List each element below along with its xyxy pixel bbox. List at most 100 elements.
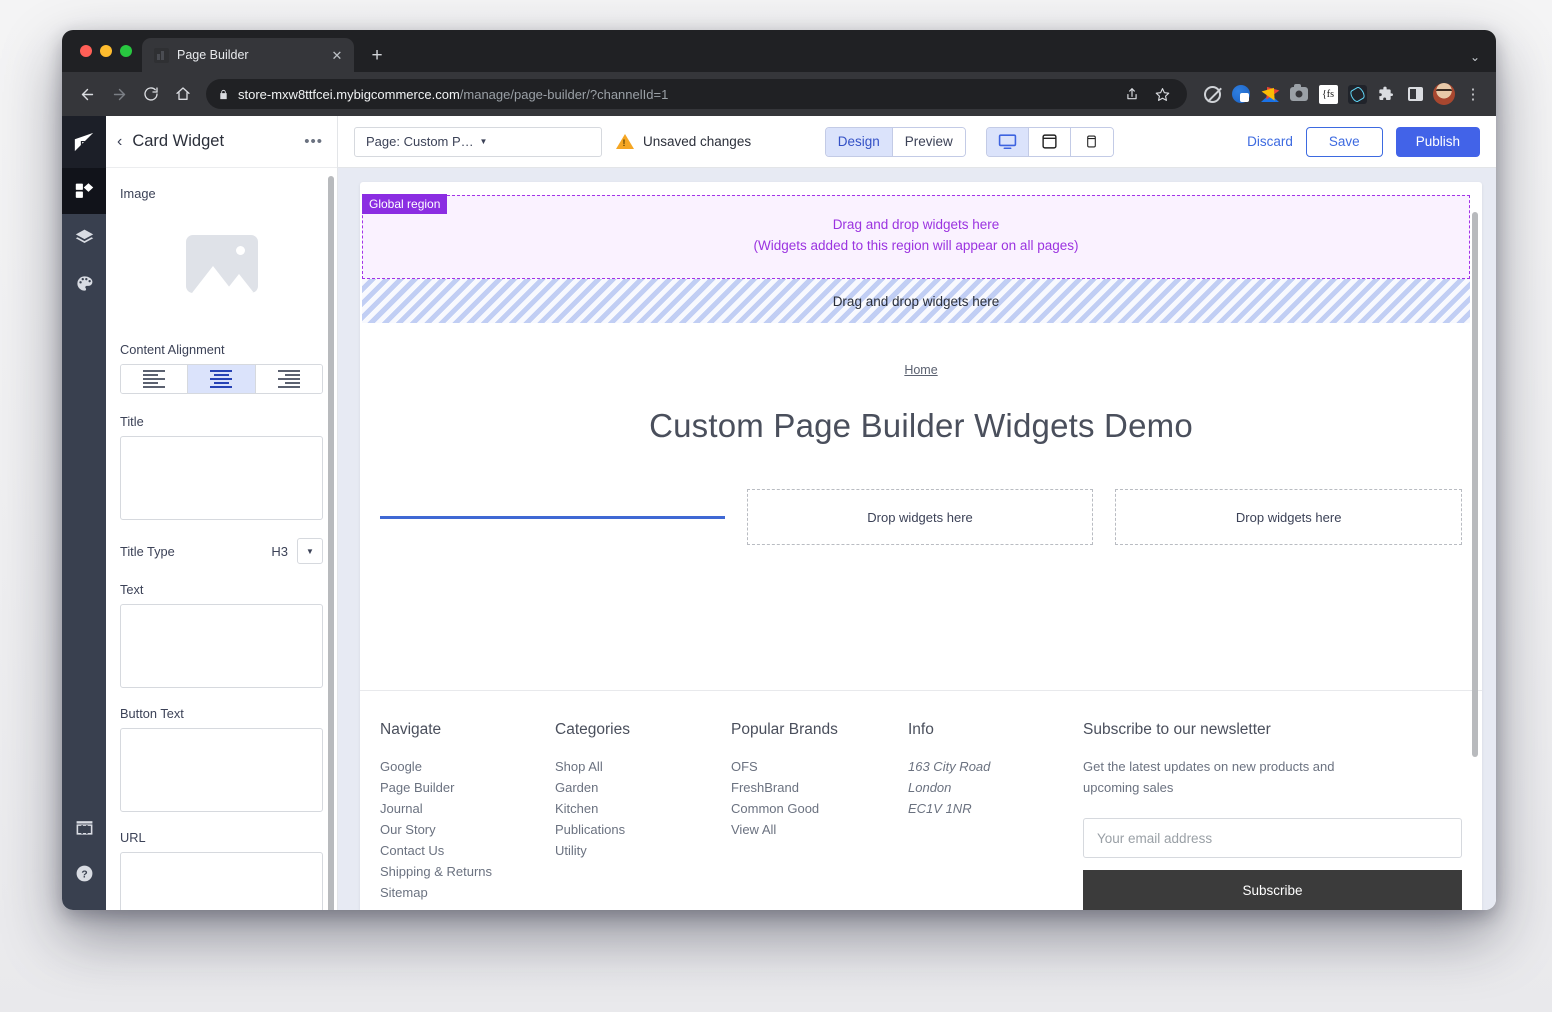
share-icon[interactable]: [1119, 81, 1145, 107]
sidebar-item-storefront[interactable]: [62, 804, 106, 850]
lock-icon: [218, 88, 229, 101]
back-icon[interactable]: [72, 79, 102, 109]
tab-preview[interactable]: Preview: [892, 127, 965, 156]
footer-link[interactable]: Our Story: [380, 819, 555, 840]
back-chevron-icon[interactable]: ‹: [117, 133, 122, 150]
align-center-button[interactable]: [188, 365, 256, 393]
footer-address-line: EC1V 1NR: [908, 801, 972, 816]
page-selector[interactable]: Page: Custom Page Builder Widge... ▼: [354, 126, 602, 157]
footer-link[interactable]: Page Builder: [380, 777, 555, 798]
home-icon[interactable]: [168, 79, 198, 109]
footer-link[interactable]: Garden: [555, 777, 731, 798]
widget-column-2[interactable]: Drop widgets here: [746, 489, 1094, 545]
image-upload-area[interactable]: [120, 208, 323, 320]
save-button[interactable]: Save: [1305, 126, 1383, 157]
subscribe-button[interactable]: Subscribe: [1083, 870, 1462, 910]
fs-icon[interactable]: {fs: [1315, 81, 1341, 107]
footer-link[interactable]: Contact Us: [380, 840, 555, 861]
tab-design[interactable]: Design: [825, 127, 893, 156]
block-icon[interactable]: [1199, 81, 1225, 107]
footer-link[interactable]: View All: [731, 819, 908, 840]
title-input[interactable]: [120, 436, 323, 520]
footer-link[interactable]: OFS: [731, 756, 908, 777]
sidebar-item-help[interactable]: ?: [62, 850, 106, 896]
global-region-line1: Drag and drop widgets here: [832, 217, 1000, 232]
global-region[interactable]: Global region Drag and drop widgets here…: [362, 194, 1470, 279]
footer-heading: Categories: [555, 721, 630, 738]
left-rail: B ?: [62, 116, 106, 910]
footer-link[interactable]: Google: [380, 756, 555, 777]
preview-scrollbar[interactable]: [1472, 212, 1478, 757]
image-field-label: Image: [120, 186, 156, 201]
reload-icon[interactable]: [136, 79, 166, 109]
global-region-badge: Global region: [362, 194, 448, 214]
sidebar-item-theme[interactable]: [62, 260, 106, 306]
discard-button[interactable]: Discard: [1247, 134, 1293, 149]
maximize-window-button[interactable]: [120, 45, 132, 57]
bookmark-star-icon[interactable]: [1149, 81, 1175, 107]
title-type-row: Title Type H3 ▼: [120, 538, 323, 564]
newsletter-heading: Subscribe to our newsletter: [1083, 721, 1271, 738]
react-icon[interactable]: [1344, 81, 1370, 107]
svg-text:B: B: [80, 140, 87, 150]
device-tablet-button[interactable]: [1028, 127, 1071, 156]
browser-tab[interactable]: Page Builder ✕: [142, 38, 354, 72]
adblock-icon[interactable]: [1228, 81, 1254, 107]
close-window-button[interactable]: [80, 45, 92, 57]
widget-columns: Drop widgets here Drop widgets here: [380, 489, 1463, 545]
footer-link[interactable]: Sitemap: [380, 882, 555, 903]
device-mobile-button[interactable]: [1070, 127, 1113, 156]
content-alignment-label: Content Alignment: [120, 342, 225, 357]
footer-link[interactable]: FreshBrand: [731, 777, 908, 798]
text-input[interactable]: [120, 604, 323, 688]
button-text-input[interactable]: [120, 728, 323, 812]
more-options-icon[interactable]: •••: [304, 134, 323, 149]
camera-icon[interactable]: [1286, 81, 1312, 107]
sidepanel-icon[interactable]: [1402, 81, 1428, 107]
widget-column-3[interactable]: Drop widgets here: [1115, 489, 1463, 545]
toolbar-actions: Discard Save Publish: [1247, 126, 1480, 157]
footer-link[interactable]: Utility: [555, 840, 731, 861]
title-type-label: Title Type: [120, 543, 175, 559]
footer-link[interactable]: Publications: [555, 819, 731, 840]
header-dropzone[interactable]: Drag and drop widgets here: [362, 279, 1470, 323]
chevron-down-icon: ▼: [479, 137, 488, 146]
puzzle-icon[interactable]: [1373, 81, 1399, 107]
widget-settings-panel: ‹ Card Widget ••• Image Content Alignmen…: [106, 116, 338, 910]
title-type-dropdown[interactable]: ▼: [297, 538, 323, 564]
close-tab-icon[interactable]: ✕: [328, 46, 346, 64]
url-input[interactable]: [120, 852, 323, 910]
align-right-button[interactable]: [255, 365, 322, 393]
omnibox-actions: [1119, 81, 1175, 107]
chevron-down-icon[interactable]: ⌄: [1470, 50, 1480, 64]
forward-icon[interactable]: [104, 79, 134, 109]
align-left-button[interactable]: [121, 365, 189, 393]
breadcrumb[interactable]: Home: [380, 363, 1462, 377]
footer-link[interactable]: Common Good: [731, 798, 908, 819]
drive-icon[interactable]: [1257, 81, 1283, 107]
preview-stage: Global region Drag and drop widgets here…: [338, 168, 1496, 910]
browser-window: Page Builder ✕ + ⌄ store-mxw8ttfcei.mybi…: [62, 30, 1496, 910]
new-tab-icon[interactable]: +: [363, 41, 391, 69]
publish-button[interactable]: Publish: [1395, 126, 1480, 157]
minimize-window-button[interactable]: [100, 45, 112, 57]
page-builder-app: B ? ‹ Card Widget ••• Image Content Alig…: [62, 116, 1496, 910]
newsletter-email-input[interactable]: Your email address: [1083, 818, 1462, 858]
widget-column-1[interactable]: [380, 489, 725, 545]
text-field-label: Text: [120, 582, 144, 597]
sidebar-scrollbar[interactable]: [328, 176, 334, 910]
profile-avatar[interactable]: [1431, 81, 1457, 107]
sidebar-item-widgets[interactable]: [62, 168, 106, 214]
footer-link[interactable]: Shop All: [555, 756, 731, 777]
device-desktop-button[interactable]: [986, 127, 1029, 156]
footer-link[interactable]: Journal: [380, 798, 555, 819]
footer-link[interactable]: Kitchen: [555, 798, 731, 819]
bigcommerce-logo[interactable]: B: [62, 116, 106, 168]
sidebar-item-layers[interactable]: [62, 214, 106, 260]
footer-link[interactable]: Shipping & Returns: [380, 861, 555, 882]
address-bar[interactable]: store-mxw8ttfcei.mybigcommerce.com/manag…: [206, 79, 1187, 109]
url-text: store-mxw8ttfcei.mybigcommerce.com/manag…: [238, 87, 668, 102]
browser-tab-strip: Page Builder ✕ + ⌄: [62, 30, 1496, 72]
kebab-menu-icon[interactable]: ⋮: [1460, 81, 1486, 107]
global-region-dropzone[interactable]: Drag and drop widgets here (Widgets adde…: [362, 195, 1470, 279]
